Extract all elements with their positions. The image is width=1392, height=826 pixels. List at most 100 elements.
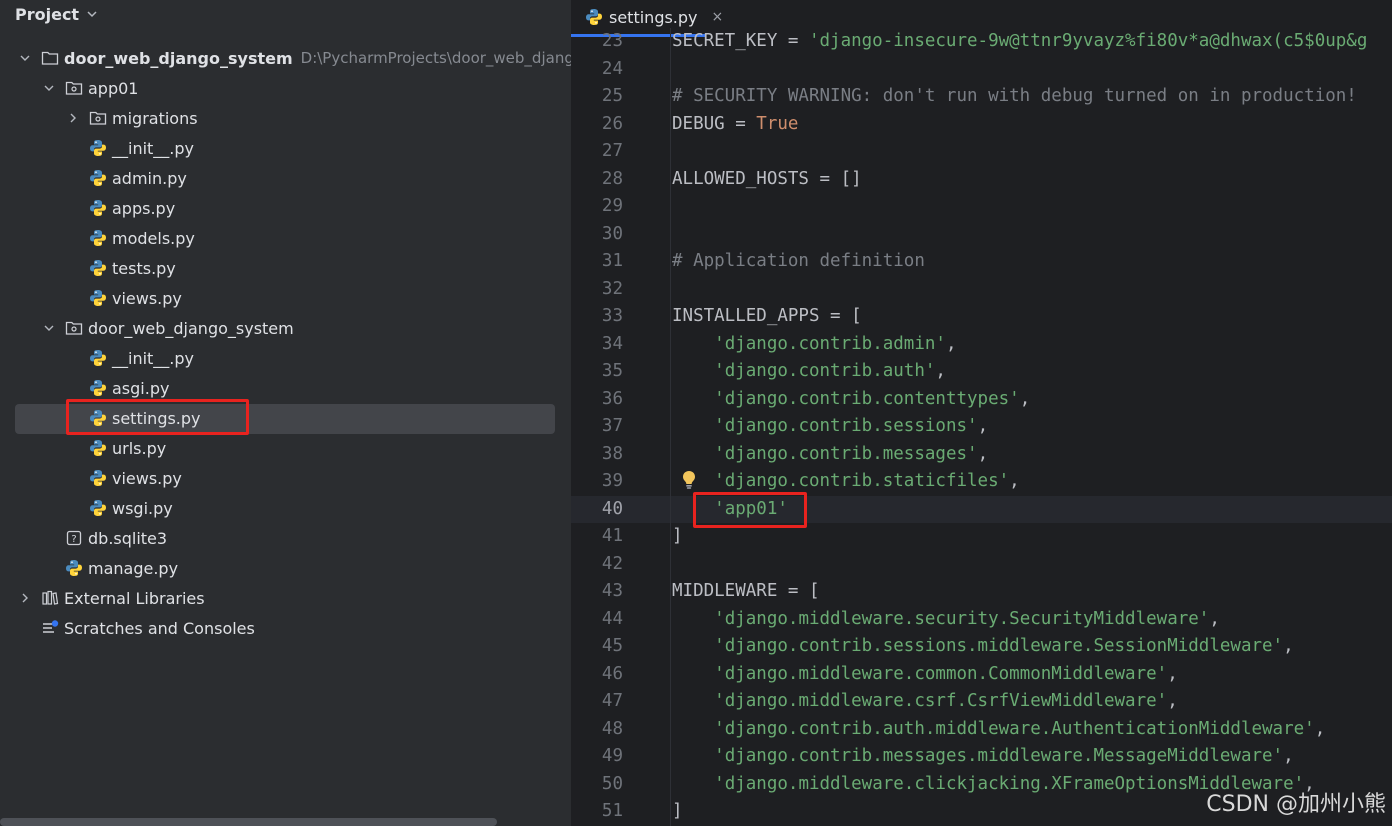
unknown-file-icon: ? (65, 529, 83, 547)
code-line[interactable]: 'django.middleware.csrf.CsrfViewMiddlewa… (672, 688, 1392, 716)
string-token: 'django.contrib.auth.middleware.Authenti… (714, 718, 1315, 739)
chevron-right-icon[interactable] (65, 110, 81, 126)
code-token: , (1314, 718, 1326, 739)
tree-row-door-web-django-system[interactable]: door_web_django_system (0, 313, 571, 343)
code-line[interactable]: # SECURITY WARNING: don't run with debug… (672, 83, 1392, 111)
code-area[interactable]: SECRET_KEY = 'django-insecure-9w@ttnr9yv… (672, 28, 1392, 826)
line-number: 29 (601, 196, 623, 216)
code-line[interactable] (672, 276, 1392, 304)
project-tree: door_web_django_system D:\PycharmProjects… (0, 43, 571, 643)
tree-row-views-py[interactable]: views.py (0, 463, 571, 493)
tree-row-scratches-and-consoles[interactable]: Scratches and Consoles (0, 613, 571, 643)
line-number: 51 (601, 801, 623, 821)
code-token: , (1167, 691, 1178, 711)
tree-row-init-py[interactable]: __init__.py (0, 133, 571, 163)
line-number: 34 (601, 333, 623, 354)
tree-row-label: wsgi.py (112, 498, 173, 518)
code-line[interactable]: 'django.contrib.auth.middleware.Authenti… (672, 716, 1392, 744)
tree-row-apps-py[interactable]: apps.py (0, 193, 571, 223)
tree-row-label: views.py (112, 288, 182, 308)
code-token: , (977, 443, 989, 464)
string-token: 'django.middleware.security.SecurityMidd… (714, 608, 1210, 629)
string-token: 'django-insecure-9w@ttnr9yvayz%fi80v*a@d… (808, 31, 1368, 51)
svg-text:?: ? (71, 534, 76, 545)
code-line[interactable]: 'django.contrib.contenttypes', (672, 386, 1392, 414)
line-number: 50 (601, 773, 623, 794)
annotation-box-app01 (693, 492, 807, 528)
tree-row-tests-py[interactable]: tests.py (0, 253, 571, 283)
code-line[interactable]: MIDDLEWARE = [ (672, 578, 1392, 606)
code-token: , (1283, 636, 1294, 656)
line-number: 49 (601, 746, 623, 766)
tree-row-door-web-django-system[interactable]: door_web_django_system D:\PycharmProjects… (0, 43, 571, 73)
tree-row-urls-py[interactable]: urls.py (0, 433, 571, 463)
line-number: 28 (601, 168, 623, 189)
line-number: 46 (601, 663, 623, 684)
line-number-gutter[interactable]: 23 24 25 26 27 28 29 30 31 32 33 34 35 36 37 38 39 40 41 42… (571, 28, 667, 826)
tree-row-label: models.py (112, 228, 195, 248)
code-line[interactable]: # Application definition (672, 248, 1392, 276)
tree-row-manage-py[interactable]: manage.py (0, 553, 571, 583)
tree-row-views-py[interactable]: views.py (0, 283, 571, 313)
code-line[interactable] (672, 193, 1392, 221)
tree-row-label: app01 (88, 78, 139, 98)
python-file-icon (89, 379, 107, 397)
code-line[interactable]: 'django.contrib.messages.middleware.Mess… (672, 743, 1392, 771)
tree-row-label: door_web_django_system (88, 318, 294, 338)
horizontal-scrollbar[interactable] (0, 818, 497, 826)
tree-row-label: manage.py (88, 558, 179, 578)
tree-row-label: External Libraries (64, 588, 205, 608)
line-number: 32 (601, 278, 623, 299)
code-line[interactable]: 'django.contrib.admin', (672, 331, 1392, 359)
code-line[interactable]: INSTALLED_APPS = [ (672, 303, 1392, 331)
lightbulb-icon[interactable] (681, 470, 697, 490)
code-token: INSTALLED_APPS = [ (672, 306, 862, 326)
code-line[interactable]: SECRET_KEY = 'django-insecure-9w@ttnr9yv… (672, 28, 1392, 56)
code-line[interactable] (672, 551, 1392, 579)
chevron-down-icon[interactable] (41, 80, 57, 96)
line-number: 25 (601, 86, 623, 106)
python-file-icon (89, 199, 107, 217)
tree-row-external-libraries[interactable]: External Libraries (0, 583, 571, 613)
tree-row-init-py[interactable]: __init__.py (0, 343, 571, 373)
chevron-right-icon[interactable] (17, 590, 33, 606)
chevron-down-icon[interactable] (17, 50, 33, 66)
tree-row-app01[interactable]: app01 (0, 73, 571, 103)
code-token: , (1009, 471, 1020, 491)
code-line[interactable]: DEBUG = True (672, 111, 1392, 139)
tree-row-models-py[interactable]: models.py (0, 223, 571, 253)
tree-row-admin-py[interactable]: admin.py (0, 163, 571, 193)
tab-close-button[interactable]: × (712, 9, 724, 25)
code-line[interactable] (672, 56, 1392, 84)
code-line[interactable]: 'django.contrib.auth', (672, 358, 1392, 386)
code-line[interactable]: 'django.contrib.sessions', (672, 413, 1392, 441)
line-number: 43 (601, 581, 623, 601)
code-line[interactable]: 'django.contrib.messages', (672, 441, 1392, 469)
line-number: 30 (601, 223, 623, 244)
code-line[interactable]: 'django.middleware.security.SecurityMidd… (672, 606, 1392, 634)
tree-row-wsgi-py[interactable]: wsgi.py (0, 493, 571, 523)
string-token: 'django.middleware.common.CommonMiddlewa… (714, 663, 1168, 684)
tree-row-migrations[interactable]: migrations (0, 103, 571, 133)
chevron-down-icon[interactable] (41, 320, 57, 336)
line-number: 38 (601, 443, 623, 464)
tree-row-db-sqlite3[interactable]: ? db.sqlite3 (0, 523, 571, 553)
code-line[interactable]: 'django.contrib.sessions.middleware.Sess… (672, 633, 1392, 661)
package-folder-icon (65, 79, 83, 97)
code-line[interactable]: ALLOWED_HOSTS = [] (672, 166, 1392, 194)
project-panel-header[interactable]: Project (0, 0, 571, 28)
code-line[interactable] (672, 221, 1392, 249)
tree-row-label: asgi.py (112, 378, 170, 398)
line-number: 41 (601, 526, 623, 546)
code-line[interactable]: 'django.middleware.common.CommonMiddlewa… (672, 661, 1392, 689)
comment-token: # SECURITY WARNING: don't run with debug… (672, 86, 1357, 106)
chevron-down-icon[interactable] (86, 8, 98, 20)
code-token: MIDDLEWARE = [ (672, 581, 820, 601)
package-folder-icon (65, 319, 83, 337)
code-line[interactable] (672, 138, 1392, 166)
string-token: 'django.middleware.csrf.CsrfViewMiddlewa… (714, 691, 1168, 711)
